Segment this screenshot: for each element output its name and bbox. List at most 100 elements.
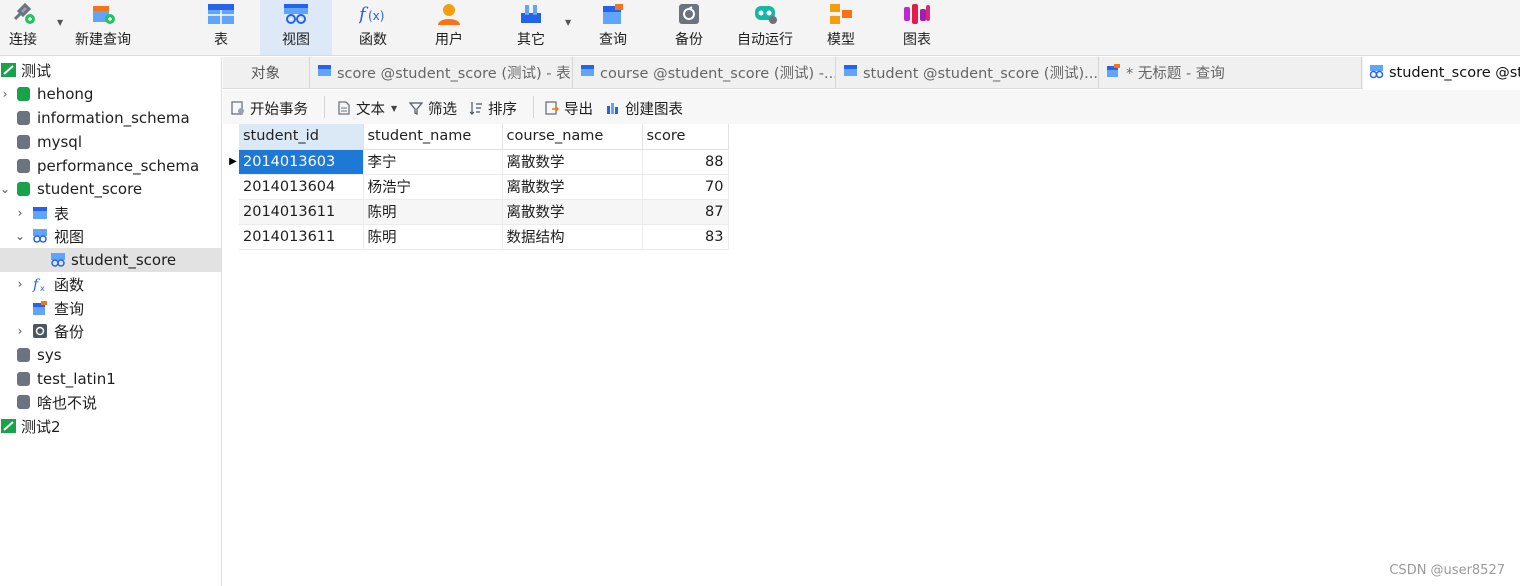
function-button[interactable]: f (x) 函数 — [342, 0, 404, 55]
table-cell[interactable]: 70 — [642, 174, 729, 200]
tab-student-table[interactable]: student @student_score (测试)... — [837, 57, 1099, 88]
database-icon — [16, 181, 32, 197]
user-icon — [435, 3, 463, 25]
chevron-down-icon[interactable]: ⌄ — [0, 182, 11, 196]
filter-icon — [408, 101, 424, 115]
chevron-right-icon[interactable]: › — [0, 87, 11, 101]
model-button[interactable]: 模型 — [810, 0, 872, 55]
column-header[interactable]: student_name — [363, 124, 503, 150]
column-header[interactable]: course_name — [502, 124, 643, 150]
new-query-button[interactable]: 新建查询 — [70, 0, 136, 55]
current-row-marker-icon: ▶ — [229, 156, 237, 167]
table-row[interactable]: 2014013604 杨浩宁 离散数学 70 — [227, 174, 729, 200]
tree-folder-backups[interactable]: › 备份 — [0, 319, 221, 343]
tree-db-test-latin1[interactable]: test_latin1 — [0, 367, 221, 391]
table-cell[interactable]: 2014013611 — [239, 199, 364, 225]
other-button[interactable]: 其它 — [500, 0, 562, 55]
table-cell[interactable]: 李宁 — [363, 149, 503, 175]
function-icon: f (x) — [357, 3, 387, 25]
table-cell[interactable]: 陈明 — [363, 224, 503, 250]
table-cell[interactable]: 2014013603 — [239, 149, 364, 175]
database-icon — [16, 394, 32, 410]
tree-db-hehong[interactable]: › hehong — [0, 82, 221, 106]
tab-student-score-view[interactable]: student_score @stu — [1363, 57, 1520, 89]
table-cell[interactable]: 离散数学 — [502, 149, 643, 175]
table-button[interactable]: 表 — [190, 0, 252, 55]
tab-score-table[interactable]: score @student_score (测试) - 表 — [311, 57, 573, 88]
begin-transaction-button[interactable]: 开始事务 — [231, 98, 308, 118]
table-cell[interactable]: 83 — [642, 224, 729, 250]
table-cell[interactable]: 数据结构 — [502, 224, 643, 250]
row-marker-header — [227, 124, 239, 149]
table-cell[interactable]: 离散数学 — [502, 199, 643, 225]
table-cell[interactable]: 88 — [642, 149, 729, 175]
tab-untitled-query[interactable]: * 无标题 - 查询 — [1100, 57, 1362, 88]
view-icon — [50, 252, 66, 268]
chevron-down-icon[interactable]: ▼ — [391, 104, 397, 113]
tree-db-information-schema[interactable]: information_schema — [0, 106, 221, 130]
row-marker — [227, 199, 239, 224]
table-cell[interactable]: 2014013611 — [239, 224, 364, 250]
document-icon — [337, 101, 351, 115]
connect-dropdown-icon[interactable]: ▼ — [57, 18, 63, 27]
table-row[interactable]: 2014013611 陈明 离散数学 87 — [227, 199, 729, 225]
connect-button[interactable]: 连接 — [0, 0, 46, 55]
query-button[interactable]: 查询 — [582, 0, 644, 55]
filter-button[interactable]: 筛选 — [408, 98, 457, 118]
table-icon — [32, 205, 48, 221]
tree-db-performance-schema[interactable]: performance_schema — [0, 154, 221, 178]
backup-icon — [675, 3, 703, 25]
watermark: CSDN @user8527 — [1389, 563, 1505, 578]
table-icon — [580, 63, 595, 82]
tree-connection-test[interactable]: 测试 — [0, 58, 221, 82]
tree-folder-queries[interactable]: 查询 — [0, 296, 221, 320]
export-button[interactable]: 导出 — [545, 98, 593, 118]
view-icon — [1369, 64, 1384, 83]
tree-db-mysql[interactable]: mysql — [0, 130, 221, 154]
backup-button[interactable]: 备份 — [658, 0, 720, 55]
table-cell[interactable]: 陈明 — [363, 199, 503, 225]
sort-icon — [469, 101, 483, 115]
connection-tree: 测试 › hehong information_schema mysql per… — [0, 57, 222, 586]
tab-course-table[interactable]: course @student_score (测试) -... — [574, 57, 836, 88]
tab-objects[interactable]: 对象 — [223, 57, 310, 88]
automation-button[interactable]: 自动运行 — [730, 0, 800, 55]
table-row[interactable]: ▶ 2014013603 李宁 离散数学 88 — [227, 149, 729, 175]
tree-db-misc[interactable]: 啥也不说 — [0, 390, 221, 414]
query-icon — [599, 3, 627, 25]
table-cell[interactable]: 87 — [642, 199, 729, 225]
table-cell[interactable]: 2014013604 — [239, 174, 364, 200]
other-dropdown-icon[interactable]: ▼ — [565, 18, 571, 27]
column-header[interactable]: score — [642, 124, 729, 150]
database-icon — [16, 110, 32, 126]
view-button[interactable]: 视图 — [260, 0, 332, 55]
chevron-right-icon[interactable]: › — [14, 206, 26, 220]
robot-icon — [751, 3, 779, 25]
tree-db-sys[interactable]: sys — [0, 343, 221, 367]
text-view-button[interactable]: 文本 ▼ — [337, 98, 397, 118]
row-marker — [227, 174, 239, 199]
column-header[interactable]: student_id — [239, 124, 364, 150]
svg-text:(x): (x) — [368, 9, 384, 23]
tree-folder-tables[interactable]: › 表 — [0, 201, 221, 225]
tree-view-student-score[interactable]: student_score — [0, 248, 221, 272]
table-cell[interactable]: 离散数学 — [502, 174, 643, 200]
table-cell[interactable]: 杨浩宁 — [363, 174, 503, 200]
chevron-down-icon[interactable]: ⌄ — [14, 229, 26, 243]
tree-folder-views[interactable]: ⌄ 视图 — [0, 224, 221, 248]
create-chart-button[interactable]: 创建图表 — [606, 98, 683, 118]
function-icon: fx — [32, 276, 48, 293]
tree-db-student-score[interactable]: ⌄ student_score — [0, 177, 221, 201]
chevron-right-icon[interactable]: › — [14, 324, 26, 338]
table-icon — [207, 3, 235, 25]
tree-connection-test2[interactable]: 测试2 — [0, 414, 221, 438]
database-icon — [16, 86, 32, 102]
database-icon — [16, 347, 32, 363]
chevron-right-icon[interactable]: › — [14, 277, 26, 291]
user-button[interactable]: 用户 — [418, 0, 480, 55]
sort-button[interactable]: 排序 — [469, 98, 517, 118]
table-row[interactable]: 2014013611 陈明 数据结构 83 — [227, 224, 729, 250]
chart-button[interactable]: 图表 — [886, 0, 948, 55]
results-table: student_id student_name course_name scor… — [227, 124, 729, 250]
tree-folder-functions[interactable]: › fx 函数 — [0, 272, 221, 296]
